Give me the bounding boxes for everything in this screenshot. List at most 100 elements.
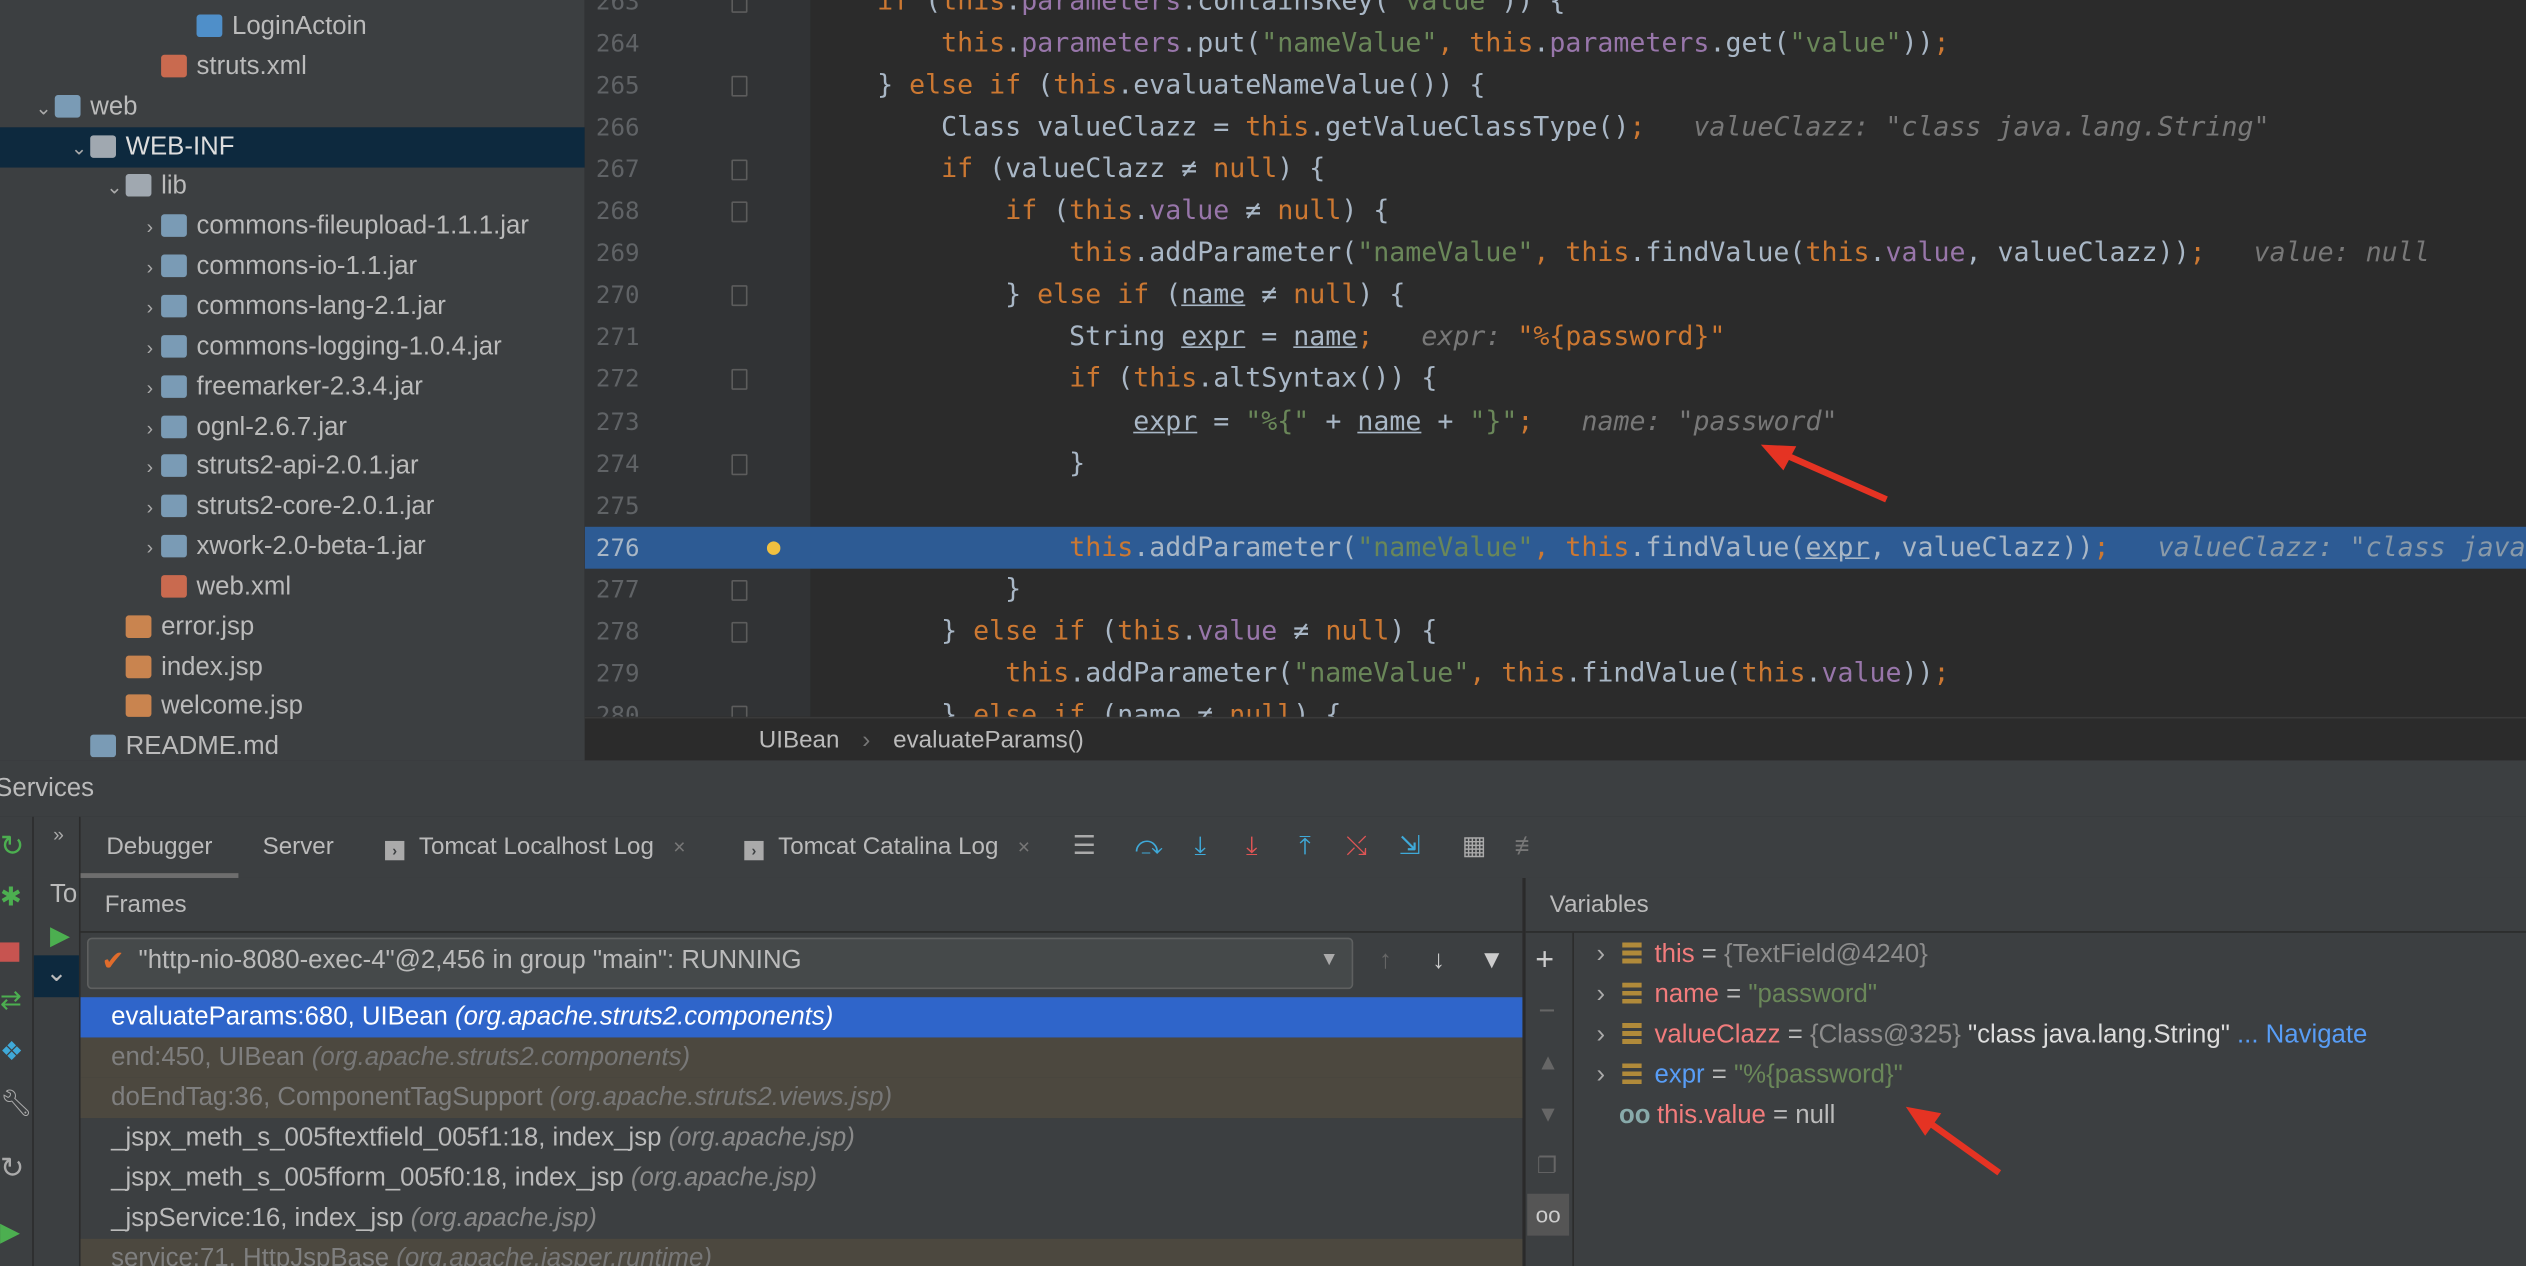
annotation-arrow-vars [1905,1106,2002,1176]
deploy-icon[interactable]: ⇄ [0,984,22,1016]
tree-item-label: ognl-2.6.7.jar [196,413,347,441]
frame-item[interactable]: _jspx_meth_s_005fform_005f0:18, index_js… [81,1158,1523,1198]
step-over-icon[interactable]: ⤼ [1133,831,1165,863]
trace-icon[interactable]: ≢ [1511,831,1543,863]
tree-item-label: LoginActoin [231,12,367,41]
stop-icon[interactable] [0,942,20,962]
xml-file-icon [161,54,187,78]
refresh-icon[interactable]: ↻ [0,1152,24,1186]
resume-icon[interactable]: ▶ [0,1216,20,1248]
frame-item[interactable]: service:71, HttpJspBase (org.apache.jasp… [80,1238,1523,1266]
chevron-right-icon[interactable]: › [139,528,162,568]
java-class-icon [196,14,223,38]
evaluate-expression-icon[interactable]: ▦ [1458,831,1490,863]
breadcrumb-class[interactable]: UIBean [759,727,840,754]
frame-package: (org.apache.jsp) [410,1205,597,1233]
chevron-right-icon[interactable]: › [139,368,162,408]
chevron-down-icon[interactable]: ⌄ [68,128,91,168]
close-icon[interactable]: × [1018,834,1030,858]
step-into-icon[interactable]: ⤓ [1184,831,1216,863]
step-out-icon[interactable]: ⤒ [1289,831,1321,863]
console-icon: › [744,840,764,861]
chevron-right-icon[interactable]: › [139,288,162,328]
run-to-cursor-icon[interactable]: ⇲ [1394,831,1426,863]
tree-item-label: lib [161,173,187,201]
show-execution-point-icon[interactable]: ☰ [1068,831,1100,863]
force-step-into-icon[interactable]: ⤓ [1236,831,1268,863]
frame-item[interactable]: evaluateParams:680, UIBean (org.apache.s… [80,997,1523,1038]
chevron-right-icon[interactable]: › [139,408,162,448]
tab-debugger[interactable]: Debugger [80,817,239,878]
collapse-chevron-icon[interactable]: ⌄ [33,955,79,998]
frame-item[interactable]: _jspService:16, index_jsp (org.apache.js… [81,1199,1523,1239]
drop-frame-icon[interactable]: ⤯ [1340,831,1372,863]
tree-item[interactable]: LoginActoin [0,6,585,46]
tree-item[interactable]: ⌄ lib [0,167,585,207]
jar-icon [161,214,187,238]
check-icon: ✔ [101,945,125,977]
jar-icon [161,374,187,398]
tree-item[interactable]: index.jsp [0,647,585,687]
expand-more-icon[interactable]: » [53,823,64,846]
tree-item[interactable]: › commons-logging-1.0.4.jar [0,327,585,367]
chevron-right-icon[interactable]: › [139,208,162,248]
tab-tomcat-catalina-log[interactable]: › Tomcat Catalina Log × [744,817,1030,878]
thread-selector[interactable]: ✔ "http-nio-8080-exec-4"@2,456 in group … [86,937,1354,990]
chevron-right-icon[interactable]: › [139,248,162,288]
chevron-right-icon[interactable]: › [139,328,162,368]
wrench-icon[interactable]: 🔧︎ [0,1087,33,1119]
frame-method: service:71, HttpJspBase [111,1245,397,1266]
tree-item-label: web.xml [196,573,292,601]
tab-label: Tomcat Localhost Log [418,832,654,861]
breadcrumb-separator: › [862,726,871,754]
frames-title: Frames [104,890,187,919]
tree-item-label: struts2-core-2.0.1.jar [196,493,435,521]
rerun-icon[interactable]: ↻ [0,830,24,864]
tab-server[interactable]: Server [263,817,334,878]
filter-icon[interactable]: ▼ [1476,946,1508,978]
breadcrumb-method[interactable]: evaluateParams() [893,727,1084,754]
group-icon[interactable]: ❖ [0,1036,23,1068]
chevron-right-icon[interactable]: › [139,448,162,488]
frame-method: end:450, UIBean [111,1043,312,1072]
tree-item[interactable]: › struts2-core-2.0.1.jar [0,487,585,527]
tree-item[interactable]: ⌄ WEB-INF [0,126,585,168]
frame-item[interactable]: _jspx_meth_s_005ftextfield_005f1:18, ind… [81,1118,1523,1158]
next-frame-icon[interactable]: ↓ [1423,946,1455,978]
chevron-down-icon[interactable]: ⌄ [103,168,126,208]
tree-item-label: WEB-INF [125,132,235,161]
tree-item[interactable]: › xwork-2.0-beta-1.jar [0,527,585,567]
tree-item[interactable]: ⌄ web [0,86,585,126]
tree-item[interactable]: welcome.jsp [0,687,585,727]
tree-item[interactable]: › struts2-api-2.0.1.jar [0,447,585,487]
tree-item[interactable]: › commons-fileupload-1.1.1.jar [0,207,585,247]
debug-icon[interactable]: ✱ [0,881,22,913]
tree-item-label: xwork-2.0-beta-1.jar [196,533,426,561]
frame-method: _jspx_meth_s_005fform_005f0:18, index_js… [111,1164,631,1193]
frame-item[interactable]: doEndTag:36, ComponentTagSupport (org.ap… [80,1077,1523,1119]
chevron-down-icon[interactable]: ⌄ [32,88,55,128]
tree-item[interactable]: › commons-lang-2.1.jar [0,287,585,327]
services-title: Services [0,774,95,803]
frame-method: evaluateParams:680, UIBean [111,1003,456,1032]
code-editor[interactable]: 263 if (this.parameters.containsKey("val… [584,0,2526,717]
frame-package: (org.apache.struts2.components) [311,1043,691,1072]
previous-frame-icon[interactable]: ↑ [1369,946,1401,978]
tab-tomcat-localhost-log[interactable]: › Tomcat Localhost Log × [385,817,686,878]
close-icon[interactable]: × [673,834,685,858]
services-tree-label[interactable]: To [50,881,77,910]
tree-item[interactable]: error.jsp [0,607,585,647]
frames-panel: Frames ✔ "http-nio-8080-exec-4"@2,456 in… [80,877,1523,1266]
tree-item[interactable]: › ognl-2.6.7.jar [0,407,585,447]
tree-item[interactable]: README.md [0,727,585,760]
chevron-right-icon[interactable]: › [139,488,162,528]
run-icon[interactable]: ▶ [50,920,70,952]
tree-item[interactable]: web.xml [0,567,585,607]
tree-item-label: web [90,92,138,121]
tree-item[interactable]: › freemarker-2.3.4.jar [0,367,585,407]
frame-item[interactable]: end:450, UIBean (org.apache.struts2.comp… [80,1037,1523,1078]
frame-package: (org.apache.struts2.components) [455,1003,834,1032]
tree-item[interactable]: struts.xml [0,46,585,86]
jar-icon [161,254,187,278]
tree-item[interactable]: › commons-io-1.1.jar [0,247,585,287]
